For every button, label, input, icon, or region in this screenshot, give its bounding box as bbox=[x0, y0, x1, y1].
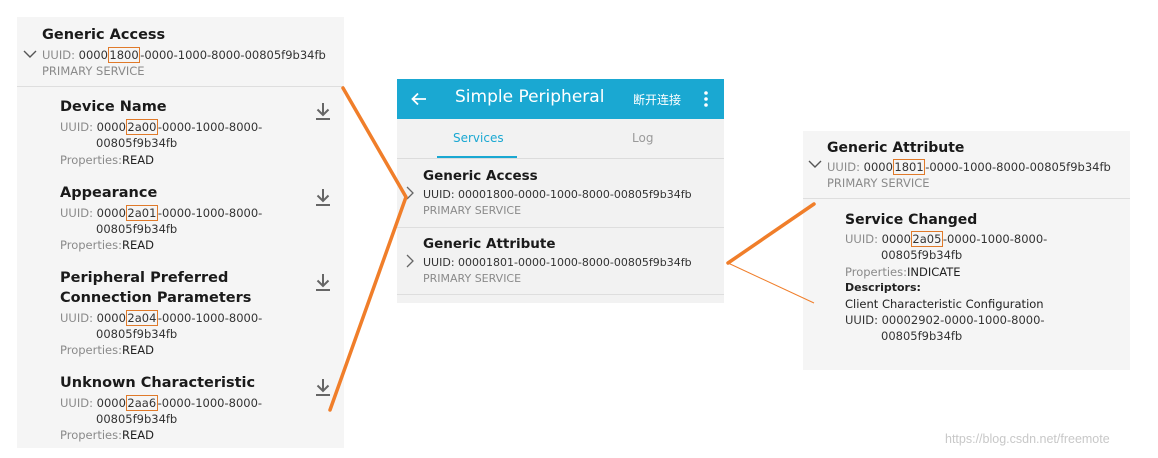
characteristic-properties: Properties:READ bbox=[60, 343, 154, 357]
back-arrow-icon[interactable] bbox=[410, 90, 428, 108]
right-lower-connector bbox=[727, 262, 815, 304]
watermark: https://blog.csdn.net/freemote bbox=[945, 432, 1110, 446]
download-icon[interactable] bbox=[314, 272, 332, 294]
characteristic-properties: Properties:READ bbox=[60, 238, 154, 252]
characteristic-uuid: UUID: 0000 2a00 -0000-1000-8000- bbox=[60, 119, 263, 135]
characteristic-title: Service Changed bbox=[845, 212, 978, 228]
characteristic-uuid-line2: 00805f9b34fb bbox=[96, 412, 178, 426]
chevron-right-icon[interactable] bbox=[402, 253, 418, 269]
service-title[interactable]: Generic Access bbox=[423, 168, 538, 184]
characteristic-title: Peripheral Preferred bbox=[60, 270, 229, 286]
characteristic-title: Appearance bbox=[60, 185, 158, 201]
download-icon[interactable] bbox=[314, 101, 332, 123]
descriptor-uuid: UUID: 00002902-0000-1000-8000- bbox=[845, 313, 1045, 327]
service-uuid: UUID: 00001800-0000-1000-8000-00805f9b34… bbox=[423, 188, 692, 201]
service-type: PRIMARY SERVICE bbox=[423, 204, 522, 217]
divider bbox=[397, 294, 724, 295]
characteristic-uuid-line2: 00805f9b34fb bbox=[96, 327, 178, 341]
chevron-down-icon[interactable] bbox=[22, 46, 38, 62]
characteristic-uuid-line2: 00805f9b34fb bbox=[881, 248, 963, 262]
download-icon[interactable] bbox=[314, 187, 332, 209]
service-title[interactable]: Generic Attribute bbox=[423, 236, 556, 252]
right-upper-connector bbox=[726, 202, 816, 265]
tab-bar: Services Log bbox=[397, 119, 724, 159]
service-type: PRIMARY SERVICE bbox=[42, 64, 145, 78]
more-vert-icon[interactable] bbox=[700, 89, 712, 109]
service-type: PRIMARY SERVICE bbox=[423, 272, 522, 285]
app-title: Simple Peripheral bbox=[455, 87, 605, 107]
service-uuid: UUID: 00001800-0000-1000-8000-00805f9b34… bbox=[42, 47, 326, 63]
characteristic-title-line2: Connection Parameters bbox=[60, 290, 252, 306]
service-title: Generic Access bbox=[42, 27, 166, 43]
descriptor-name: Client Characteristic Configuration bbox=[845, 297, 1044, 311]
characteristic-uuid-line2: 00805f9b34fb bbox=[96, 222, 178, 236]
chevron-right-icon[interactable] bbox=[402, 185, 418, 201]
descriptor-uuid-line2: 00805f9b34fb bbox=[881, 329, 963, 343]
characteristic-uuid: UUID: 0000 2a04 -0000-1000-8000- bbox=[60, 310, 263, 326]
descriptors-label: Descriptors: bbox=[845, 281, 921, 294]
characteristic-title: Device Name bbox=[60, 99, 167, 115]
app-bar: Simple Peripheral 断开连接 bbox=[397, 79, 724, 119]
left-service-panel: Generic Access UUID: 0000 1800 -0000-1000-… bbox=[17, 17, 344, 448]
characteristic-uuid-line2: 00805f9b34fb bbox=[96, 136, 178, 150]
service-uuid: UUID: 00001801-0000-1000-8000-00805f9b34… bbox=[827, 159, 1111, 175]
disconnect-button[interactable]: 断开连接 bbox=[633, 91, 681, 108]
characteristic-uuid: UUID: 0000 2aa6 -0000-1000-8000- bbox=[60, 395, 263, 411]
service-type: PRIMARY SERVICE bbox=[827, 176, 930, 190]
right-service-panel: Generic Attribute UUID: 0000 1801 -0000-10… bbox=[803, 131, 1130, 370]
characteristic-uuid: UUID: 0000 2a05 -0000-1000-8000- bbox=[845, 231, 1048, 247]
tab-indicator bbox=[437, 156, 517, 158]
download-icon[interactable] bbox=[314, 377, 332, 399]
characteristic-properties: Properties:READ bbox=[60, 153, 154, 167]
characteristic-properties: Properties:READ bbox=[60, 428, 154, 442]
divider bbox=[397, 227, 724, 228]
characteristic-title: Unknown Characteristic bbox=[60, 375, 256, 391]
characteristic-properties: Properties:INDICATE bbox=[845, 265, 961, 279]
service-title: Generic Attribute bbox=[827, 140, 965, 156]
divider bbox=[803, 198, 1130, 199]
characteristic-uuid: UUID: 0000 2a01 -0000-1000-8000- bbox=[60, 205, 263, 221]
phone-screen: Simple Peripheral 断开连接 Services Log Gene… bbox=[397, 79, 724, 303]
tab-services[interactable]: Services bbox=[453, 131, 504, 145]
service-uuid: UUID: 00001801-0000-1000-8000-00805f9b34… bbox=[423, 256, 692, 269]
chevron-down-icon[interactable] bbox=[807, 156, 823, 172]
divider bbox=[17, 86, 344, 87]
tab-log[interactable]: Log bbox=[632, 131, 653, 145]
